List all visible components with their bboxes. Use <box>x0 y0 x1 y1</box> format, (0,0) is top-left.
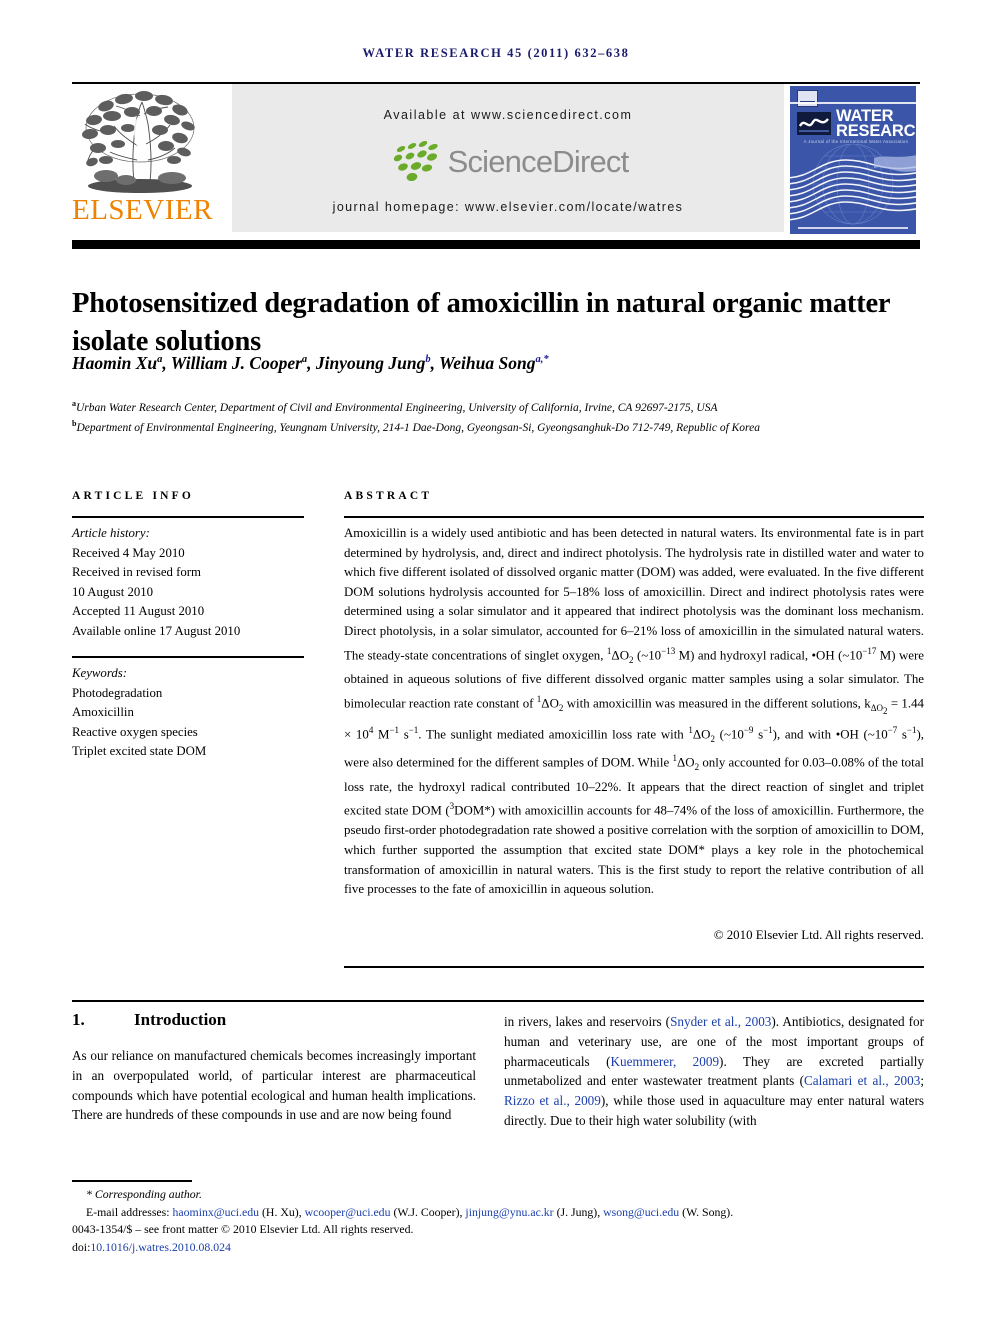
journal-homepage-text: journal homepage: www.elsevier.com/locat… <box>332 200 684 214</box>
abstract-copyright: © 2010 Elsevier Ltd. All rights reserved… <box>713 928 924 942</box>
page-title: Photosensitized degradation of amoxicill… <box>72 288 890 358</box>
citation-link[interactable]: Rizzo et al., 2009 <box>504 1093 601 1108</box>
footnote-rule <box>72 1180 192 1182</box>
article-info-heading: ARTICLE INFO <box>72 490 195 502</box>
email-label: E-mail addresses: <box>86 1204 170 1219</box>
affiliation-text: Urban Water Research Center, Department … <box>76 401 718 414</box>
keyword-item: Amoxicillin <box>72 705 134 719</box>
doi-link[interactable]: 10.1016/j.watres.2010.08.024 <box>90 1240 231 1254</box>
article-info-rule-mid <box>72 656 304 658</box>
cover-journal-title: WATER RESEARCH <box>836 107 916 140</box>
author-name: Jinyoung Jung <box>315 353 426 373</box>
sciencedirect-dots-icon <box>393 141 438 182</box>
sciencedirect-logo: ScienceDirect <box>232 136 784 188</box>
author-list: Haomin Xua, William J. Coopera, Jinyoung… <box>72 353 549 373</box>
doi-line: doi:10.1016/j.watres.2010.08.024 <box>72 1239 924 1257</box>
email-link[interactable]: wsong@uci.edu <box>603 1205 679 1219</box>
keywords-block: Keywords: Photodegradation Amoxicillin R… <box>72 664 304 762</box>
author-name: Weihua Song <box>439 353 536 373</box>
citation-link[interactable]: Calamari et al., 2003 <box>804 1073 920 1088</box>
keywords-label: Keywords: <box>72 666 127 680</box>
running-head: WATER RESEARCH 45 (2011) 632–638 <box>362 46 630 60</box>
author-affil-marker: a <box>157 354 163 366</box>
footnote-block: * Corresponding author. E-mail addresses… <box>72 1186 924 1256</box>
article-history-item: 10 August 2010 <box>72 584 154 599</box>
author-affil-marker: a <box>301 354 308 366</box>
article-history-item: Received 4 May 2010 <box>72 545 185 560</box>
introduction-column-right: in rivers, lakes and reservoirs (Snyder … <box>504 1014 925 1128</box>
doi-label: doi: <box>72 1239 91 1254</box>
affiliation-list: aUrban Water Research Center, Department… <box>72 396 924 437</box>
abstract-rule-bottom <box>344 966 924 968</box>
body-separator-rule <box>72 1000 924 1002</box>
article-history-item: Available online 17 August 2010 <box>72 623 241 638</box>
citation-link[interactable]: Snyder et al., 2003 <box>670 1014 771 1029</box>
affiliation-item: aUrban Water Research Center, Department… <box>72 396 924 416</box>
email-link[interactable]: haominx@uci.edu <box>173 1205 260 1219</box>
available-at-text: Available at www.sciencedirect.com <box>383 108 633 122</box>
email-link[interactable]: jinjung@ynu.ac.kr <box>465 1205 553 1219</box>
header-bottom-thick-rule <box>72 240 920 249</box>
affiliation-item: bDepartment of Environmental Engineering… <box>72 416 924 436</box>
journal-article-page: WATER RESEARCH 45 (2011) 632–638 ELSEVIE… <box>0 0 992 1323</box>
author-name: William J. Cooper <box>170 353 302 373</box>
section-number: 1. <box>72 1010 85 1029</box>
elsevier-logo-block: ELSEVIER <box>72 84 213 236</box>
section-heading-introduction: 1. Introduction <box>72 1010 472 1030</box>
email-person: (J. Jung) <box>556 1204 598 1219</box>
article-info-rule-top <box>72 516 304 518</box>
journal-header-band: ELSEVIER Available at www.sciencedirect.… <box>72 84 920 236</box>
cover-publisher-mark <box>797 90 818 107</box>
abstract-heading: ABSTRACT <box>344 490 433 502</box>
corresponding-author-note: * Corresponding author. <box>86 1187 202 1201</box>
affiliation-text: Department of Environmental Engineering,… <box>76 422 760 435</box>
keyword-item: Reactive oxygen species <box>72 724 198 739</box>
section-title: Introduction <box>134 1010 227 1029</box>
sciencedirect-wordmark: ScienceDirect <box>447 144 630 179</box>
abstract-rule-top <box>344 516 924 518</box>
journal-cover-thumbnail: WATER RESEARCH A Journal of the Internat… <box>786 84 920 236</box>
article-history-block: Article history: Received 4 May 2010 Rec… <box>72 524 304 641</box>
introduction-column-left: As our reliance on manufactured chemical… <box>72 1048 476 1123</box>
email-person: (W.J. Cooper) <box>393 1204 460 1219</box>
email-addresses-line: E-mail addresses: haominx@uci.edu (H. Xu… <box>86 1204 734 1219</box>
citation-link[interactable]: Kuemmerer, 2009 <box>611 1054 720 1069</box>
keyword-item: Photodegradation <box>72 685 163 700</box>
author-name: Haomin Xu <box>72 353 158 373</box>
author-affil-marker: a,* <box>535 354 549 366</box>
elsevier-wordmark: ELSEVIER <box>72 194 213 226</box>
elsevier-tree-icon <box>82 91 195 193</box>
email-person: (W. Song). <box>682 1204 734 1219</box>
article-history-item: Accepted 11 August 2010 <box>72 604 205 618</box>
email-person: (H. Xu) <box>262 1204 299 1219</box>
keyword-item: Triplet excited state DOM <box>72 744 207 758</box>
author-affil-marker: b <box>425 354 431 366</box>
issn-front-matter-line: 0043-1354/$ – see front matter © 2010 El… <box>72 1222 414 1236</box>
sciencedirect-banner: Available at www.sciencedirect.com Scien… <box>232 84 784 232</box>
cover-wave-artwork <box>790 144 916 225</box>
iwa-logo-icon <box>797 112 831 135</box>
article-history-label: Article history: <box>72 526 150 540</box>
email-link[interactable]: wcooper@uci.edu <box>305 1205 391 1219</box>
article-history-item: Received in revised form <box>72 565 201 579</box>
abstract-text: Amoxicillin is a widely used antibiotic … <box>344 526 925 897</box>
